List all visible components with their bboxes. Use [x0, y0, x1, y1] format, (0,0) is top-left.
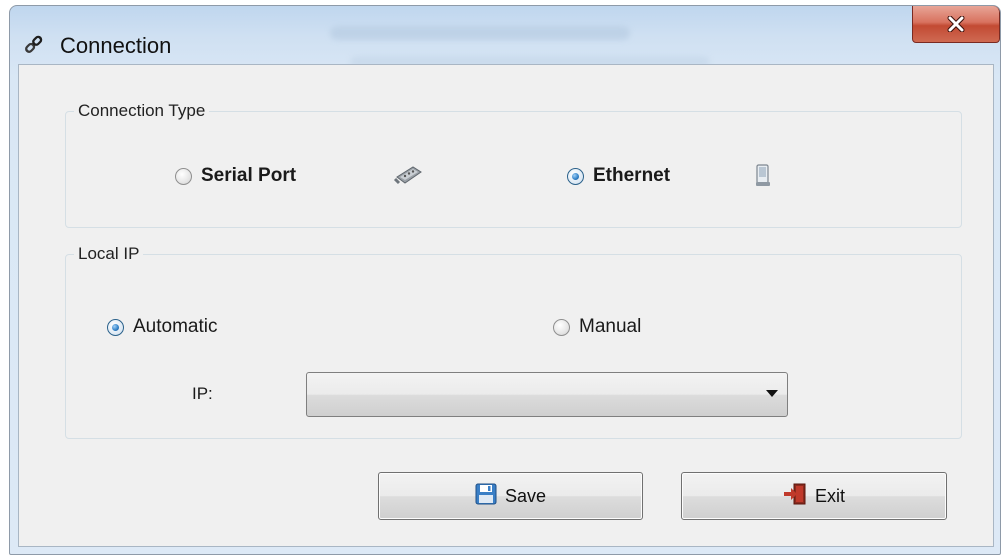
- connection-window: Connection Connection Type Serial Port E…: [9, 5, 1001, 555]
- save-label: Save: [504, 485, 547, 506]
- manual-radio[interactable]: Manual: [553, 316, 641, 338]
- save-button[interactable]: Save: [378, 472, 643, 520]
- automatic-label: Automatic: [133, 316, 218, 337]
- link-icon: [22, 32, 46, 56]
- radio-button[interactable]: [567, 167, 584, 185]
- ethernet-icon: [754, 163, 774, 193]
- automatic-radio[interactable]: Automatic: [107, 316, 217, 338]
- close-icon: [947, 16, 965, 32]
- ip-label: IP:: [192, 384, 213, 403]
- title-bar[interactable]: Connection: [10, 6, 1000, 68]
- background-blur: [330, 26, 630, 40]
- chevron-down-icon: [766, 390, 778, 397]
- serial-port-label: Serial Port: [201, 165, 297, 186]
- exit-button[interactable]: Exit: [681, 472, 947, 520]
- ethernet-radio[interactable]: Ethernet: [567, 165, 670, 187]
- local-ip-label: Local IP: [74, 244, 144, 264]
- serial-port-radio[interactable]: Serial Port: [175, 165, 296, 187]
- exit-label: Exit: [814, 485, 845, 506]
- radio-button[interactable]: [175, 167, 192, 185]
- ethernet-label: Ethernet: [593, 165, 671, 186]
- close-button[interactable]: [912, 6, 1000, 43]
- ip-select[interactable]: [306, 372, 788, 417]
- manual-label: Manual: [579, 316, 642, 337]
- window-title: Connection: [60, 33, 172, 58]
- serial-port-icon: [393, 163, 425, 191]
- dialog-content: Connection Type Serial Port Ethernet Loc…: [18, 64, 994, 547]
- radio-button[interactable]: [553, 318, 570, 336]
- connection-type-group: Connection Type Serial Port Ethernet: [65, 101, 962, 228]
- connection-type-label: Connection Type: [74, 101, 210, 121]
- floppy-disk-icon: [475, 483, 497, 509]
- exit-door-icon: [783, 483, 807, 509]
- local-ip-group: Local IP Automatic Manual IP:: [65, 244, 962, 439]
- radio-button[interactable]: [107, 318, 124, 336]
